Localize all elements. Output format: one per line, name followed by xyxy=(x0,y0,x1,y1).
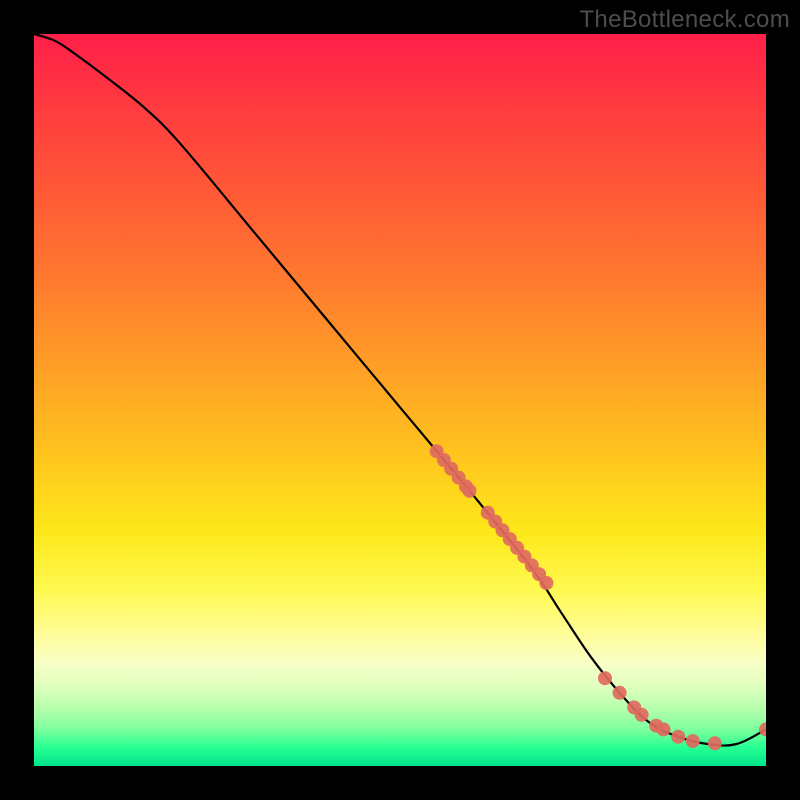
scatter-points xyxy=(430,444,766,750)
watermark-text: TheBottleneck.com xyxy=(579,6,790,34)
data-point xyxy=(657,722,671,736)
data-point xyxy=(613,686,627,700)
chart-frame: TheBottleneck.com xyxy=(0,0,800,800)
data-point xyxy=(759,722,766,736)
curve-line xyxy=(34,34,766,746)
data-point xyxy=(635,708,649,722)
plot-area xyxy=(34,34,766,766)
data-point xyxy=(463,484,477,498)
data-point xyxy=(686,734,700,748)
chart-overlay xyxy=(34,34,766,766)
data-point xyxy=(708,736,722,750)
data-point xyxy=(539,576,553,590)
data-point xyxy=(598,671,612,685)
data-point xyxy=(671,730,685,744)
